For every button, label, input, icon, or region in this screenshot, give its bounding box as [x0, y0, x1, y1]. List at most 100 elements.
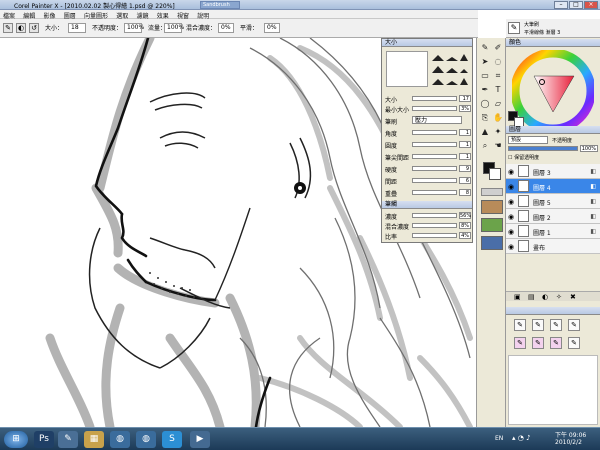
flow-field[interactable]: 100% [164, 23, 184, 33]
ratio-row-value[interactable]: 4% [459, 232, 471, 239]
layer-lock-icon[interactable]: ◧ [590, 168, 596, 175]
mix-slider[interactable] [412, 223, 457, 228]
chrome-task-icon-2[interactable]: ◍ [136, 431, 156, 448]
ratio-slider[interactable] [412, 233, 457, 238]
pattern-selector[interactable] [481, 200, 503, 214]
layer-opacity-value[interactable]: 100% [580, 145, 598, 152]
visibility-eye-icon[interactable]: ◉ [508, 228, 514, 236]
brush-category-icon[interactable]: ✎ [508, 22, 520, 34]
layer-opacity-slider[interactable] [508, 146, 578, 151]
visibility-eye-icon[interactable]: ◉ [508, 243, 514, 251]
maximize-button[interactable]: □ [569, 1, 583, 9]
paper-selector[interactable] [481, 188, 503, 196]
layer-mask-icon[interactable]: ◐ [542, 293, 548, 301]
roundness-row-value[interactable]: 1 [459, 141, 471, 148]
spacing-row-value[interactable]: 1 [459, 153, 471, 160]
select-arrow-icon[interactable]: ➤ [479, 56, 491, 68]
photoshop-task-icon[interactable]: Ps [34, 431, 54, 448]
brush-swatch-3-icon[interactable]: ✎ [550, 319, 562, 331]
clone-tool-icon[interactable]: ⎘ [479, 112, 491, 124]
brush-swatch-5-icon[interactable]: ✎ [514, 337, 526, 349]
skype-task-icon[interactable]: S [162, 431, 182, 448]
hardness-slider[interactable] [412, 166, 457, 171]
folder-task-icon[interactable]: ▦ [84, 431, 104, 448]
brush-swatch-8-icon[interactable]: ✎ [568, 337, 580, 349]
size-row-value[interactable]: 17 [459, 95, 471, 102]
painter-task-icon[interactable]: ✎ [58, 431, 78, 448]
canvas-layer-row[interactable]: ◉ 畫布 [506, 239, 600, 254]
rect-select-icon[interactable]: ▭ [479, 70, 491, 82]
zoom-tool-icon[interactable]: ⌕ [479, 140, 491, 152]
reset-icon[interactable]: ↺ [29, 23, 39, 33]
visibility-eye-icon[interactable]: ◉ [508, 183, 514, 191]
clock-time[interactable]: 下午 09:06 [555, 430, 586, 439]
smooth-field[interactable]: 0% [264, 23, 280, 33]
layer-lock-icon[interactable]: ◧ [590, 228, 596, 235]
opacity-field[interactable]: 100% [124, 23, 144, 33]
blend-mode-dropdown[interactable]: 預設 [508, 136, 548, 144]
overlap-row-value[interactable]: 8 [459, 189, 471, 196]
layer-lock-icon[interactable]: ◧ [590, 183, 596, 190]
pressure-dropdown[interactable]: 壓力 [412, 116, 462, 124]
language-indicator[interactable]: EN [495, 435, 503, 442]
spacing-slider[interactable] [412, 154, 457, 159]
size-field[interactable]: 18 [68, 23, 86, 33]
magic-wand-icon[interactable]: ✦ [492, 126, 504, 138]
hand-tool-icon[interactable]: ☚ [492, 140, 504, 152]
color-wheel[interactable] [512, 50, 594, 132]
shape-tool-icon[interactable]: ◯ [479, 98, 491, 110]
brush-library-header[interactable] [506, 307, 600, 315]
brush-swatch-4-icon[interactable]: ✎ [568, 319, 580, 331]
angle-row-value[interactable]: 1 [459, 129, 471, 136]
lasso-tool-icon[interactable]: ◌ [492, 56, 504, 68]
size-slider[interactable] [412, 96, 457, 101]
roundness-slider[interactable] [412, 142, 457, 147]
min-size-slider[interactable] [412, 106, 457, 111]
brush-preset-icon[interactable]: ✎ [3, 23, 13, 33]
blend-field[interactable]: 0% [218, 23, 234, 33]
gap-row-value[interactable]: 6 [459, 177, 471, 184]
gradient-selector[interactable] [481, 218, 503, 232]
brush-tool-icon[interactable]: ✎ [479, 42, 491, 54]
layer-effects-icon[interactable]: ✧ [556, 293, 562, 301]
overlap-slider[interactable] [412, 190, 457, 195]
layer-lock-icon[interactable]: ◧ [590, 198, 596, 205]
layer-row[interactable]: ◉ 圖層 2 ◧ [506, 209, 600, 224]
text-tool-icon[interactable]: T [492, 84, 504, 96]
layer-row[interactable]: ◉ 圖層 5 ◧ [506, 194, 600, 209]
layer-row[interactable]: ◉ 圖層 1 ◧ [506, 224, 600, 239]
delete-layer-icon[interactable]: ✖ [570, 293, 576, 301]
pen-tool-icon[interactable]: ✒ [479, 84, 491, 96]
clock-date[interactable]: 2010/2/2 [555, 439, 582, 446]
density-slider[interactable] [412, 213, 457, 218]
layer-group-icon[interactable]: ▤ [528, 293, 535, 301]
gap-slider[interactable] [412, 178, 457, 183]
brush-swatch-1-icon[interactable]: ✎ [514, 319, 526, 331]
nozzle-selector[interactable] [481, 236, 503, 250]
new-layer-icon[interactable]: ▣ [514, 293, 521, 301]
visibility-eye-icon[interactable]: ◉ [508, 198, 514, 206]
layer-row-selected[interactable]: ◉ 圖層 4 ◧ [506, 179, 600, 194]
visibility-eye-icon[interactable]: ◉ [508, 168, 514, 176]
visibility-eye-icon[interactable]: ◉ [508, 213, 514, 221]
tray-icons[interactable]: ▴ ◔ ♪ [512, 434, 531, 442]
brush-variant-icon[interactable]: ◐ [16, 23, 26, 33]
density-row-value[interactable]: 56% [459, 212, 471, 219]
hardness-row-value[interactable]: 9 [459, 165, 471, 172]
close-button[interactable]: × [584, 1, 598, 9]
preserve-transparency-checkbox[interactable]: ☐ 保留透明度 [508, 154, 539, 161]
brush-selector-bar[interactable]: ✎ 大筆刷 平滑線條 漸層 3 [506, 19, 600, 38]
color-panel-header[interactable]: 顏色 [506, 39, 600, 47]
layer-row[interactable]: ◉ 圖層 3 ◧ [506, 164, 600, 179]
eraser-tool-icon[interactable]: ▱ [492, 98, 504, 110]
blend-tool-icon[interactable]: ✋ [492, 112, 504, 124]
mix-row-value[interactable]: 8% [459, 222, 471, 229]
layer-lock-icon[interactable]: ◧ [590, 213, 596, 220]
media-task-icon[interactable]: ▶ [190, 431, 210, 448]
layers-panel-header[interactable]: 圖層 [506, 126, 600, 134]
brush-swatch-6-icon[interactable]: ✎ [532, 337, 544, 349]
start-button[interactable]: ⊞ [4, 431, 28, 448]
brush-swatch-2-icon[interactable]: ✎ [532, 319, 544, 331]
dropper-tool-icon[interactable]: ✐ [492, 42, 504, 54]
crop-tool-icon[interactable]: ⌗ [492, 70, 504, 82]
